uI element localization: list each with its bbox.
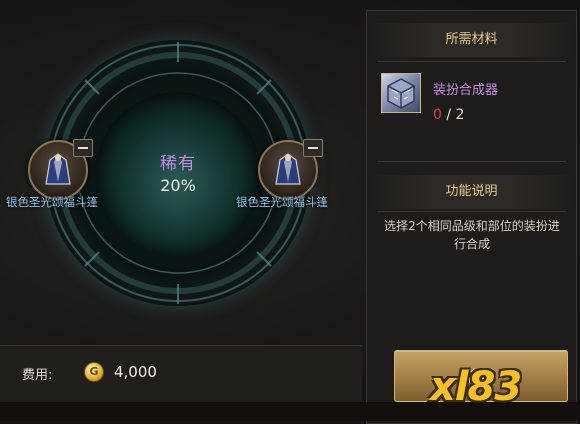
gold-coin-icon: G — [84, 362, 104, 382]
material-owned: 0 — [433, 107, 442, 123]
description-text: 选择2个相同品级和部位的装扮进行合成 — [384, 219, 560, 251]
fee-bar: 费用: G 4,000 — [0, 345, 362, 402]
description-heading: 功能说明 — [367, 175, 576, 209]
remove-left-item-button[interactable] — [73, 139, 93, 157]
material-separator: / — [441, 107, 456, 123]
synthesis-circle-area: 稀有 20% 银色圣光颂福斗篷 银色圣光颂福斗篷 — [0, 0, 362, 340]
success-rate: 20% — [160, 176, 196, 195]
material-count: 0 / 2 — [433, 107, 464, 123]
cloak-icon — [275, 153, 301, 185]
divider — [377, 161, 566, 162]
rarity-label: 稀有 — [160, 154, 196, 174]
cloak-icon — [45, 153, 71, 185]
divider — [377, 61, 566, 62]
site-watermark: xl83 — [430, 364, 522, 410]
fee-value: 4,000 — [114, 363, 157, 381]
synthesizer-cube-icon[interactable] — [381, 73, 421, 113]
right-item-name: 银色圣光颂福斗篷 — [236, 195, 328, 209]
material-required: 2 — [455, 107, 465, 123]
synthesis-window: 稀有 20% 银色圣光颂福斗篷 银色圣光颂福斗篷 所需材料 装扮合成器 0 / … — [0, 0, 580, 424]
materials-heading: 所需材料 — [367, 23, 576, 57]
remove-right-item-button[interactable] — [303, 139, 323, 157]
divider — [377, 211, 566, 212]
fee-label: 费用: — [22, 368, 53, 383]
synthesis-core — [95, 92, 261, 258]
material-name: 装扮合成器 — [433, 83, 499, 98]
left-item-name: 银色圣光颂福斗篷 — [6, 195, 98, 209]
